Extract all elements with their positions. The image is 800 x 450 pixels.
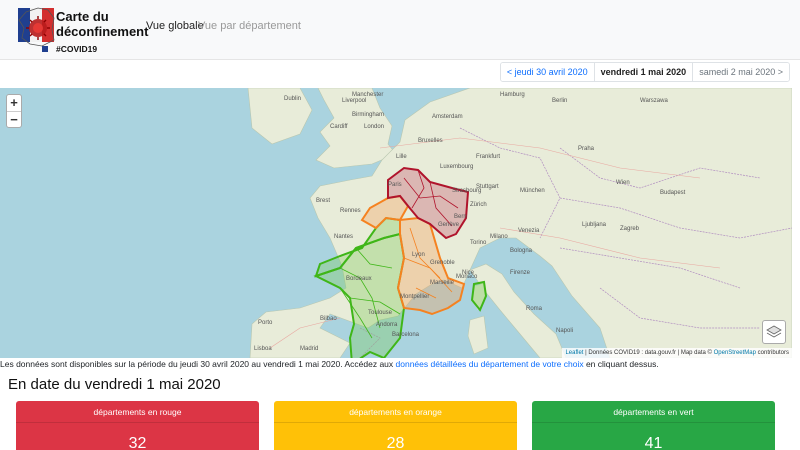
map-label-firenze: Firenze (510, 270, 531, 276)
zoom-out-button[interactable]: − (7, 111, 21, 127)
map-label-madrid: Madrid (300, 346, 318, 352)
map-label-bruxelles: Bruxelles (418, 138, 443, 144)
next-day-link[interactable]: samedi 2 mai 2020 > (692, 63, 789, 81)
map-label-lisboa: Lisboa (254, 346, 272, 352)
orange-card-label: départements en orange (274, 401, 517, 423)
current-day: vendredi 1 mai 2020 (593, 63, 693, 81)
map-label-lyon: Lyon (412, 252, 425, 258)
map-label-torino: Torino (470, 240, 487, 246)
map-label-cardiff: Cardiff (330, 124, 348, 130)
map-label-lille: Lille (396, 154, 407, 160)
map-label-bern: Bern (454, 214, 467, 220)
map[interactable]: Dublin Liverpool Manchester Birmingham Cardi… (0, 88, 792, 358)
map-label-barcelona: Barcelona (392, 332, 420, 338)
red-card-count: 32 (128, 435, 147, 450)
map-label-andorra: Andorra (376, 322, 398, 328)
navbar: Carte du déconfinement #COVID19 Vue glob… (0, 0, 800, 60)
map-label-gen-ve: Genève (438, 222, 460, 228)
map-label-dublin: Dublin (284, 96, 301, 102)
map-label-amsterdam: Amsterdam (432, 114, 463, 120)
map-label-warszawa: Warszawa (640, 98, 668, 104)
zoom-in-button[interactable]: + (7, 95, 21, 111)
map-label-bordeaux: Bordeaux (346, 276, 372, 282)
osm-link[interactable]: OpenStreetMap (714, 350, 756, 356)
page-heading: En date du vendredi 1 mai 2020 (8, 376, 221, 393)
department-details-link[interactable]: données détaillées du département de vot… (396, 359, 584, 369)
map-label-toulouse: Toulouse (368, 310, 393, 316)
layers-icon (766, 325, 782, 338)
map-label-m-nchen: München (520, 188, 545, 194)
nav-global-view[interactable]: Vue globale (146, 20, 204, 32)
map-label-london: London (364, 124, 384, 130)
map-label-manchester: Manchester (352, 92, 383, 98)
map-label-luxembourg: Luxembourg (440, 164, 473, 170)
map-label-nantes: Nantes (334, 234, 353, 240)
map-label-hamburg: Hamburg (500, 92, 525, 98)
map-canvas: Dublin LiverpoolManchester Birmingham Cardi… (247, 88, 792, 358)
map-label-z-rich: Zürich (470, 202, 487, 208)
green-card-label: départements en vert (532, 401, 775, 423)
sardinia-landmass (467, 315, 489, 355)
map-label-bologna: Bologna (510, 248, 533, 254)
layers-button[interactable] (762, 320, 786, 344)
map-attribution: Leaflet | Données COVID19 : data.gouv.fr… (562, 348, 792, 358)
info-text: Les données sont disponibles sur la péri… (0, 359, 659, 369)
previous-day-link[interactable]: < jeudi 30 avril 2020 (500, 63, 594, 81)
date-pager: < jeudi 30 avril 2020 vendredi 1 mai 202… (499, 62, 790, 82)
map-label-marseille: Marseille (430, 280, 455, 286)
ireland-landmass (247, 88, 313, 145)
orange-card-count: 28 (386, 435, 405, 450)
red-departments-card: départements en rouge 32 (16, 401, 259, 450)
france-covid-logo-icon (18, 7, 55, 52)
map-label-liverpool: Liverpool (342, 98, 366, 104)
map-label-bilbao: Bilbao (320, 316, 337, 322)
map-label-grenoble: Grenoble (430, 260, 455, 266)
map-label-budapest: Budapest (660, 190, 686, 196)
map-label-praha: Praha (578, 146, 595, 152)
leaflet-link[interactable]: Leaflet (565, 350, 583, 356)
orange-departments-card: départements en orange 28 (274, 401, 517, 450)
map-label-berlin: Berlin (552, 98, 567, 104)
green-card-count: 41 (644, 435, 663, 450)
brand-title: Carte du déconfinement (56, 9, 149, 39)
map-label-frankfurt: Frankfurt (476, 154, 500, 160)
red-card-label: départements en rouge (16, 401, 259, 423)
map-label-strasbourg: Strasbourg (452, 188, 481, 194)
corsica-green (470, 280, 488, 312)
brand-link[interactable]: Carte du déconfinement #COVID19 (16, 2, 148, 58)
map-label-venezia: Venezia (518, 228, 540, 234)
map-label-brest: Brest (316, 198, 330, 204)
zoom-control: + − (6, 94, 22, 128)
map-label-zagreb: Zagreb (620, 226, 640, 232)
green-departments-card: départements en vert 41 (532, 401, 775, 450)
map-label-wien: Wien (616, 180, 630, 186)
brand-hashtag: #COVID19 (56, 44, 98, 54)
map-label-montpellier: Montpellier (400, 294, 429, 300)
map-label-ljubljana: Ljubljana (582, 222, 607, 228)
map-label-porto: Porto (258, 320, 273, 326)
map-label-paris: Paris (388, 182, 402, 188)
map-label-napoli: Napoli (556, 328, 573, 334)
map-label-nice: Nice (462, 270, 475, 276)
map-label-milano: Milano (490, 234, 508, 240)
map-label-birmingham: Birmingham (352, 112, 384, 118)
nav-department-view[interactable]: Vue par département (198, 20, 301, 32)
map-label-rennes: Rennes (340, 208, 361, 214)
map-label-roma: Roma (526, 306, 543, 312)
